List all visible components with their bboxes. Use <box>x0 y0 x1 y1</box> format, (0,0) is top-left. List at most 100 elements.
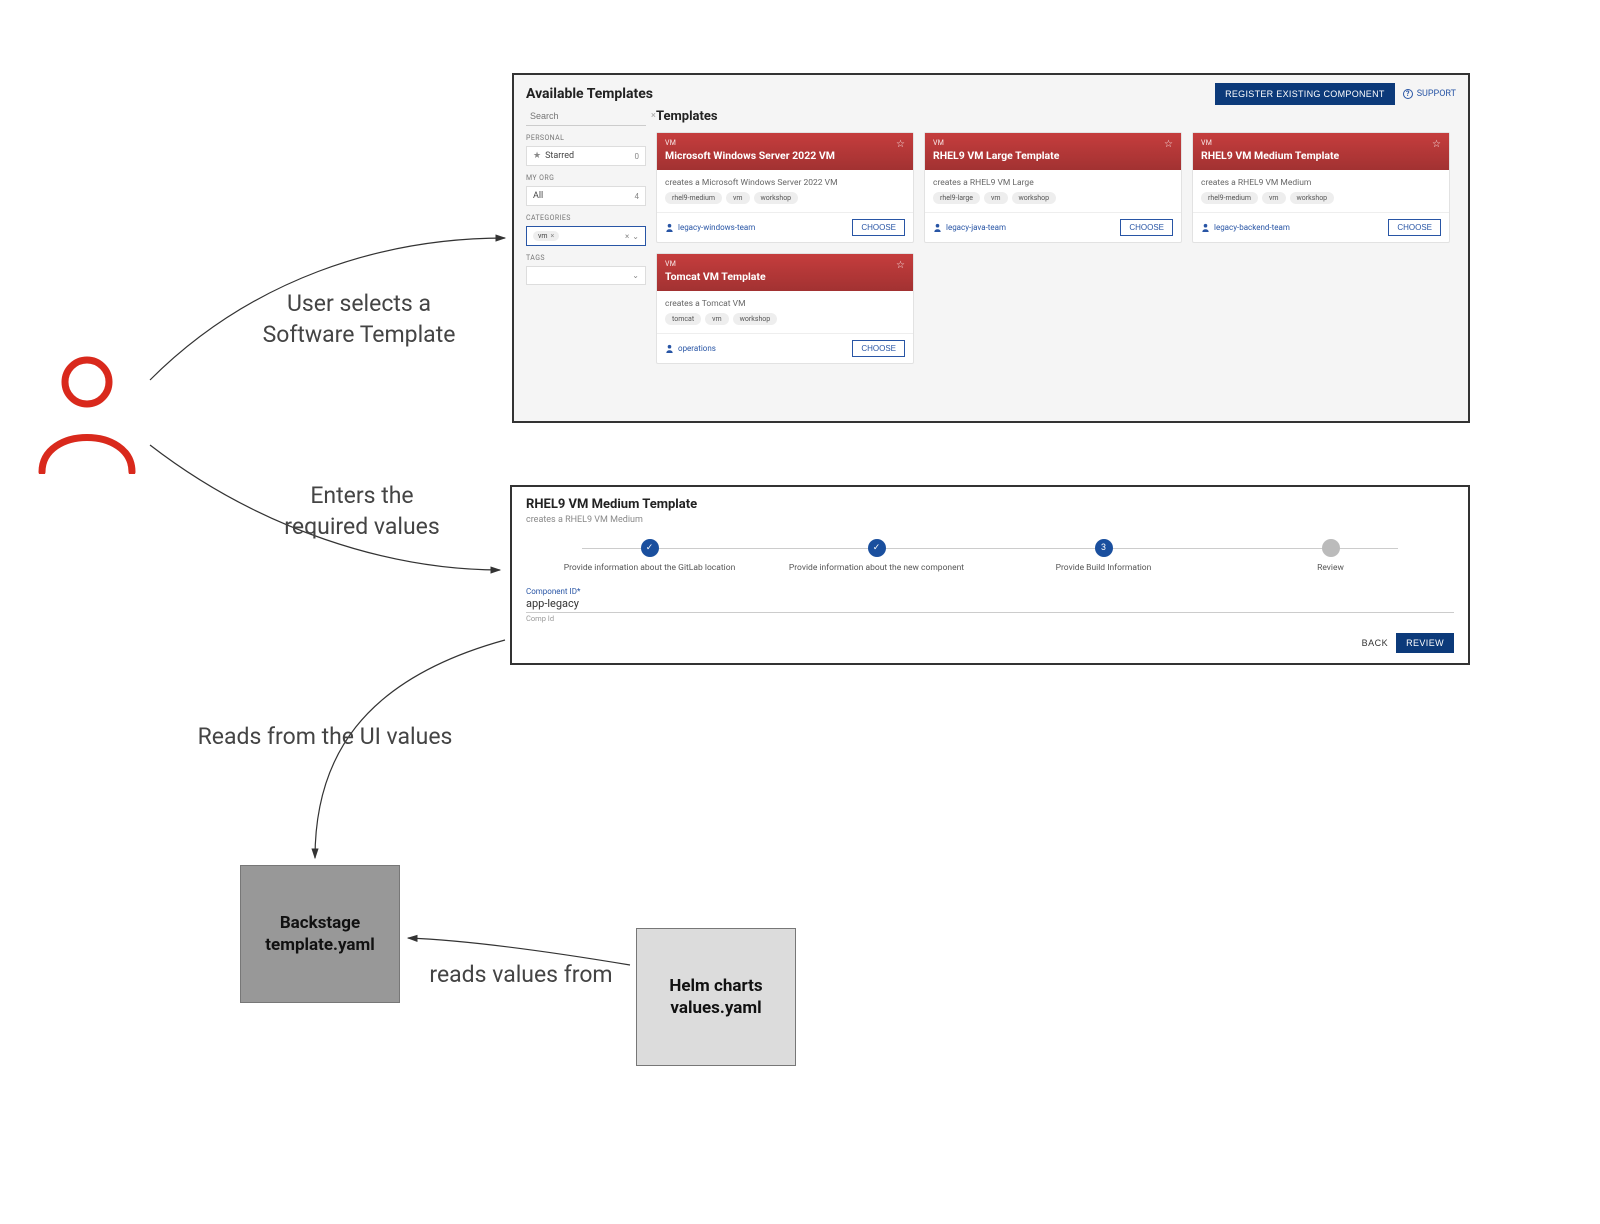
support-label: SUPPORT <box>1417 89 1456 99</box>
flow-label-reads-values: reads values from <box>416 959 626 990</box>
templates-sidebar: × PERSONAL ★Starred 0 MY ORG All 4 CATEG… <box>526 109 646 364</box>
template-card-header: ☆ VM RHEL9 VM Medium Template <box>1193 133 1449 170</box>
template-description: creates a Tomcat VM <box>657 291 913 313</box>
clear-icon[interactable]: × <box>625 232 629 241</box>
template-owner-link[interactable]: operations <box>665 344 716 353</box>
person-icon <box>665 223 674 232</box>
template-tags: rhel9-medium vm workshop <box>1193 192 1449 212</box>
wizard-step-4[interactable]: Review <box>1217 539 1444 573</box>
sidebar-row-starred[interactable]: ★ Starred 0 <box>526 146 646 166</box>
sidebar-section-categories: CATEGORIES <box>526 212 646 224</box>
template-owner-link[interactable]: legacy-backend-team <box>1201 223 1290 232</box>
tag[interactable]: rhel9-large <box>933 192 980 204</box>
component-id-label: Component ID* <box>526 587 1454 596</box>
template-owner-name: legacy-windows-team <box>678 223 755 232</box>
sidebar-all-count: 4 <box>635 192 640 201</box>
chevron-down-icon[interactable]: ⌄ <box>632 271 639 280</box>
template-name: RHEL9 VM Large Template <box>933 149 1173 162</box>
template-card-header: ☆ VM RHEL9 VM Large Template <box>925 133 1181 170</box>
flow-label-select: User selects aSoftware Template <box>244 288 474 350</box>
form-panel: RHEL9 VM Medium Template creates a RHEL9… <box>510 485 1470 665</box>
form-subtitle: creates a RHEL9 VM Medium <box>526 515 1454 525</box>
template-owner-name: operations <box>678 344 716 353</box>
category-chip-label: vm <box>538 232 548 240</box>
sidebar-starred-count: 0 <box>635 152 640 161</box>
templates-panel: Available Templates REGISTER EXISTING CO… <box>512 73 1470 423</box>
register-existing-component-button[interactable]: REGISTER EXISTING COMPONENT <box>1215 83 1395 105</box>
user-icon <box>32 354 142 478</box>
support-link[interactable]: ? SUPPORT <box>1403 89 1456 99</box>
help-icon: ? <box>1403 89 1413 99</box>
template-category: VM <box>665 139 905 147</box>
flow-label-enter: Enters therequired values <box>267 480 457 542</box>
chip-remove-icon[interactable]: × <box>551 232 555 240</box>
tag[interactable]: tomcat <box>665 313 701 325</box>
check-icon: ✓ <box>868 539 886 557</box>
choose-button[interactable]: CHOOSE <box>852 219 905 236</box>
templates-main-title: Templates <box>656 109 1456 124</box>
template-name: RHEL9 VM Medium Template <box>1201 149 1441 162</box>
sidebar-categories-select[interactable]: vm× ×⌄ <box>526 226 646 246</box>
sidebar-section-personal: PERSONAL <box>526 132 646 144</box>
form-title: RHEL9 VM Medium Template <box>526 497 1454 512</box>
tag[interactable]: rhel9-medium <box>1201 192 1258 204</box>
tag[interactable]: vm <box>705 313 729 325</box>
tag[interactable]: vm <box>1262 192 1286 204</box>
review-button[interactable]: REVIEW <box>1396 633 1454 653</box>
component-id-hint: Comp Id <box>526 614 1454 623</box>
wizard-step-1[interactable]: ✓ Provide information about the GitLab l… <box>536 539 763 573</box>
templates-search-input[interactable] <box>530 111 647 121</box>
wizard-step-4-label: Review <box>1317 563 1344 573</box>
sidebar-section-tags: TAGS <box>526 252 646 264</box>
tag[interactable]: vm <box>984 192 1008 204</box>
sidebar-starred-label: Starred <box>545 151 574 161</box>
tag[interactable]: workshop <box>733 313 778 325</box>
tag[interactable]: rhel9-medium <box>665 192 722 204</box>
template-owner-link[interactable]: legacy-windows-team <box>665 223 755 232</box>
tag[interactable]: workshop <box>1012 192 1057 204</box>
backstage-template-file: Backstagetemplate.yaml <box>240 865 400 1003</box>
template-card: ☆ VM Microsoft Windows Server 2022 VM cr… <box>656 132 914 243</box>
choose-button[interactable]: CHOOSE <box>1388 219 1441 236</box>
component-id-input[interactable]: app-legacy <box>526 597 1454 613</box>
person-icon <box>665 344 674 353</box>
template-card: ☆ VM RHEL9 VM Medium Template creates a … <box>1192 132 1450 243</box>
category-chip[interactable]: vm× <box>533 231 559 241</box>
sidebar-tags-select[interactable]: ⌄ <box>526 266 646 285</box>
tag[interactable]: vm <box>726 192 750 204</box>
template-description: creates a Microsoft Windows Server 2022 … <box>657 170 913 192</box>
helm-values-file: Helm chartsvalues.yaml <box>636 928 796 1066</box>
sidebar-row-all[interactable]: All 4 <box>526 186 646 206</box>
step-pending-icon <box>1322 539 1340 557</box>
template-name: Microsoft Windows Server 2022 VM <box>665 149 905 162</box>
template-card: ☆ VM RHEL9 VM Large Template creates a R… <box>924 132 1182 243</box>
wizard-step-2-label: Provide information about the new compon… <box>789 563 964 573</box>
wizard-step-3[interactable]: 3 Provide Build Information <box>990 539 1217 573</box>
template-description: creates a RHEL9 VM Large <box>925 170 1181 192</box>
templates-panel-title: Available Templates <box>526 86 653 102</box>
template-owner-name: legacy-backend-team <box>1214 223 1290 232</box>
chevron-down-icon[interactable]: ⌄ <box>632 232 639 241</box>
person-icon <box>933 223 942 232</box>
back-button[interactable]: BACK <box>1362 638 1389 648</box>
tag[interactable]: workshop <box>1290 192 1335 204</box>
wizard-step-2[interactable]: ✓ Provide information about the new comp… <box>763 539 990 573</box>
star-icon: ★ <box>533 151 541 161</box>
template-card: ☆ VM Tomcat VM Template creates a Tomcat… <box>656 253 914 364</box>
template-owner-link[interactable]: legacy-java-team <box>933 223 1006 232</box>
wizard-step-3-label: Provide Build Information <box>1056 563 1152 573</box>
choose-button[interactable]: CHOOSE <box>1120 219 1173 236</box>
template-description: creates a RHEL9 VM Medium <box>1193 170 1449 192</box>
person-icon <box>1201 223 1210 232</box>
tag[interactable]: workshop <box>754 192 799 204</box>
template-category: VM <box>665 260 905 268</box>
flow-label-reads-ui: Reads from the UI values <box>180 721 470 752</box>
step-number: 3 <box>1095 539 1113 557</box>
template-card-header: ☆ VM Microsoft Windows Server 2022 VM <box>657 133 913 170</box>
sidebar-all-label: All <box>533 191 543 201</box>
choose-button[interactable]: CHOOSE <box>852 340 905 357</box>
template-name: Tomcat VM Template <box>665 270 905 283</box>
wizard-step-1-label: Provide information about the GitLab loc… <box>564 563 736 573</box>
template-tags: rhel9-medium vm workshop <box>657 192 913 212</box>
template-tags: tomcat vm workshop <box>657 313 913 333</box>
